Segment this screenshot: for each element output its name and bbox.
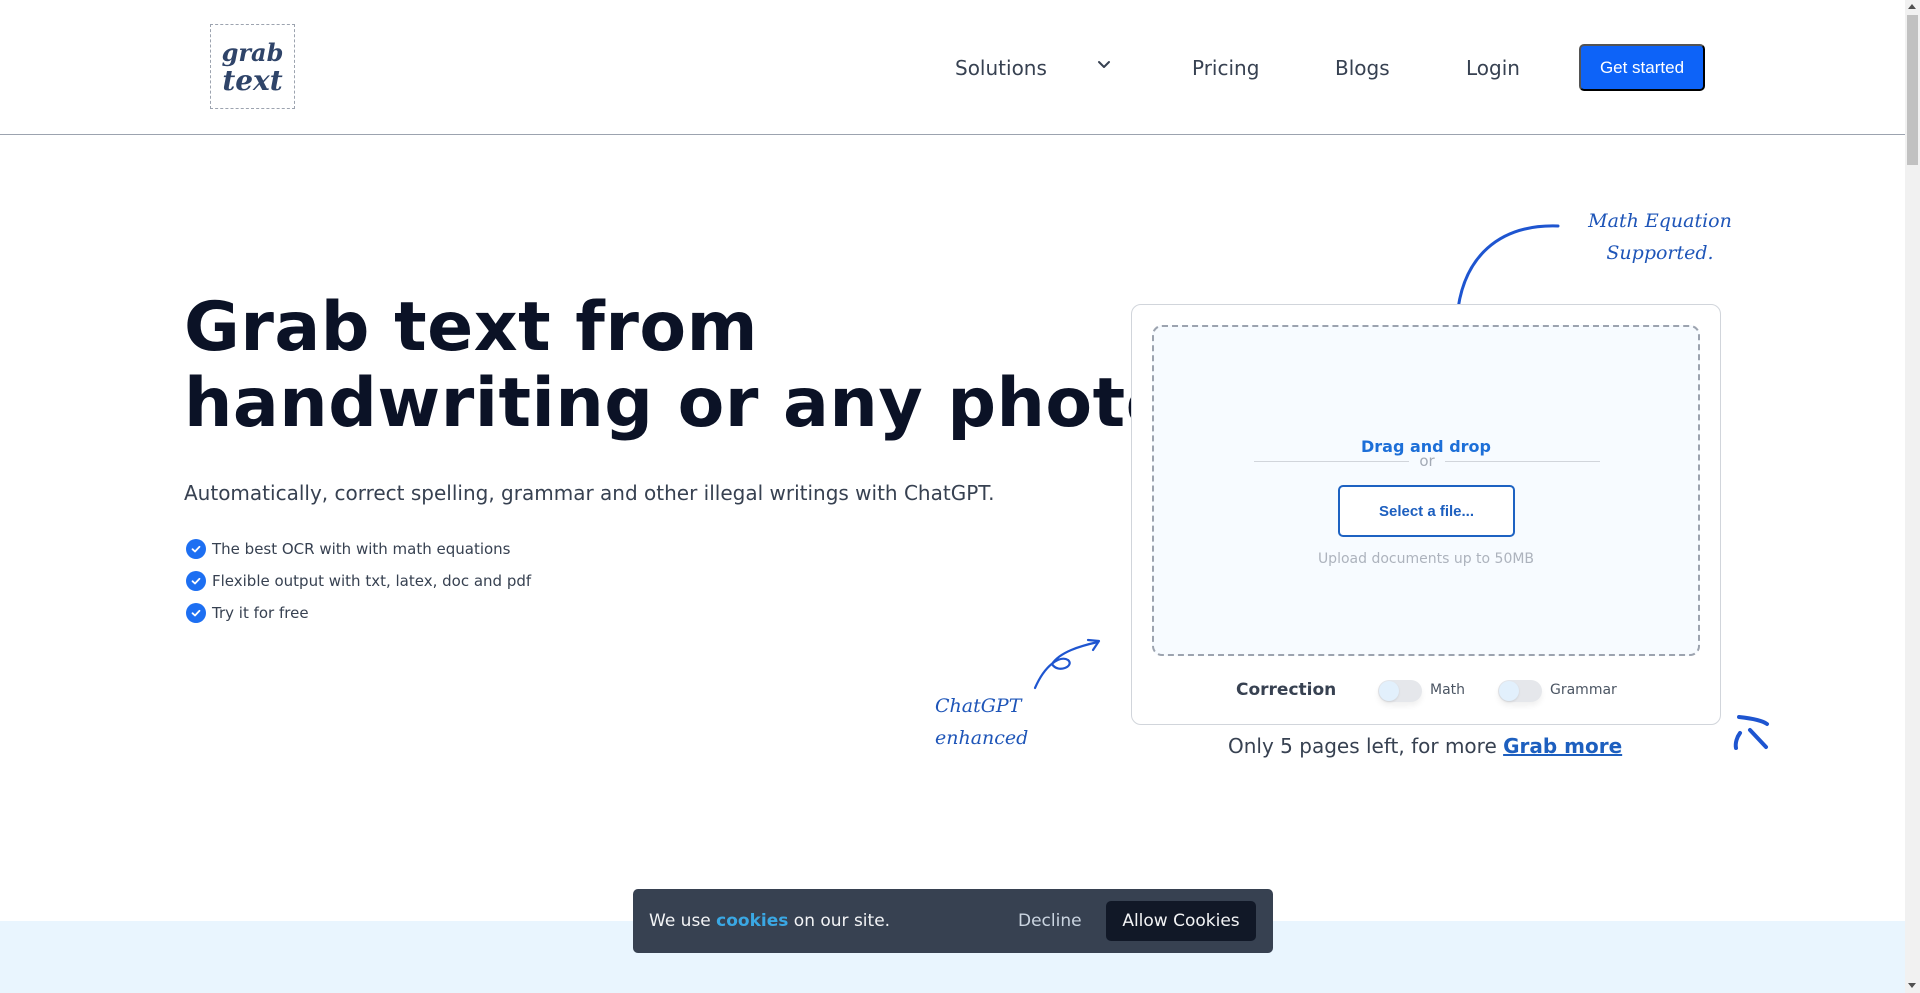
grammar-toggle[interactable] (1498, 680, 1542, 702)
annotation-chatgpt-enhanced: ChatGPT enhanced (935, 695, 1029, 749)
math-toggle[interactable] (1378, 680, 1422, 702)
or-label: or (1419, 452, 1435, 470)
divider-line (1444, 460, 1601, 462)
scrollbar-thumb[interactable] (1907, 15, 1918, 165)
cookie-message: We use cookies on our site. (649, 911, 891, 931)
loop-arrow-icon (1033, 640, 1100, 690)
math-toggle-label: Math (1430, 682, 1466, 698)
page: grab text Solutions Pricing Blogs Login … (0, 0, 1905, 993)
upload-card: Drag and drop or Select a file... Upload… (1131, 304, 1721, 725)
scroll-down-arrow-icon[interactable] (1908, 983, 1916, 988)
pages-left-notice: Only 5 pages left, for more Grab more (1228, 734, 1622, 758)
decline-cookies-button[interactable]: Decline (1018, 911, 1082, 931)
cookie-banner: We use cookies on our site. Decline Allo… (633, 889, 1273, 953)
file-dropzone[interactable]: Drag and drop or Select a file... Upload… (1152, 325, 1700, 656)
cookies-link[interactable]: cookies (716, 911, 788, 931)
vertical-scrollbar[interactable] (1905, 0, 1920, 993)
correction-label: Correction (1236, 680, 1337, 700)
allow-cookies-button[interactable]: Allow Cookies (1106, 901, 1256, 941)
select-file-button[interactable]: Select a file... (1338, 485, 1515, 537)
scroll-up-arrow-icon[interactable] (1908, 4, 1916, 9)
upload-limit-note: Upload documents up to 50MB (1317, 551, 1535, 567)
toggle-knob (1499, 681, 1519, 701)
grammar-toggle-label: Grammar (1550, 682, 1617, 698)
divider-line (1254, 460, 1410, 462)
or-divider: or (1254, 451, 1601, 471)
annotation-math-supported: Math Equation Supported. (1588, 210, 1732, 264)
grab-more-link[interactable]: Grab more (1503, 734, 1622, 758)
sparkle-marks-icon (1733, 715, 1769, 750)
toggle-knob (1379, 681, 1399, 701)
pages-left-text: Only 5 pages left, for more (1228, 734, 1504, 758)
